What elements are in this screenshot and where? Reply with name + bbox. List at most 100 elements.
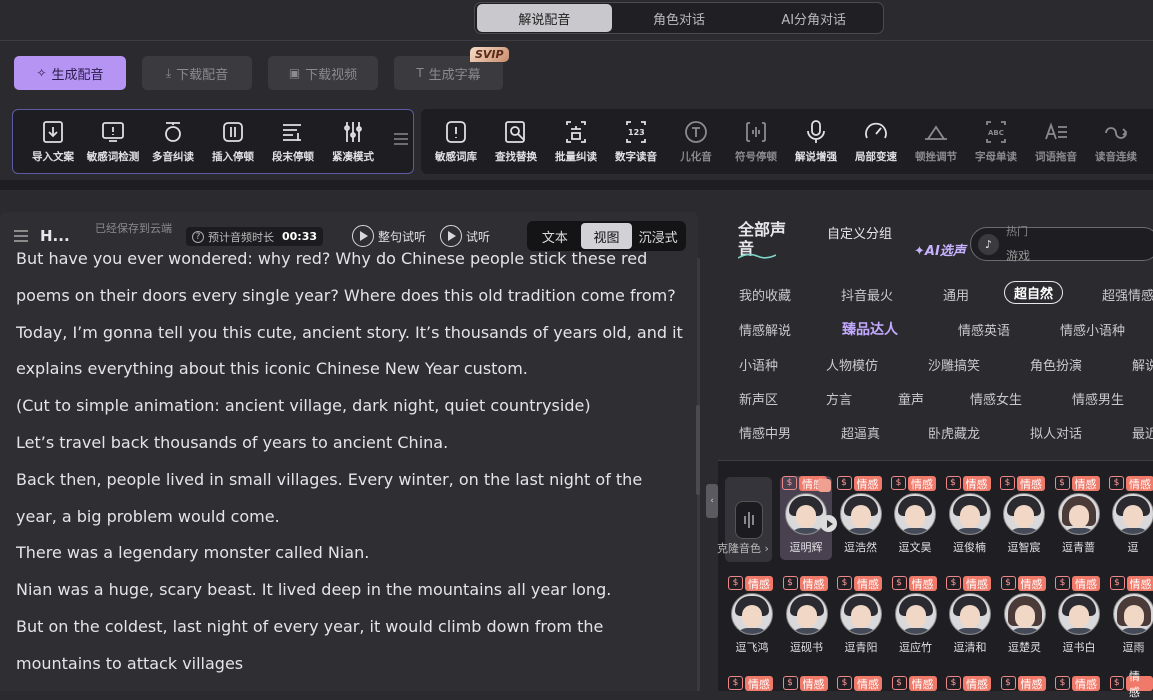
tool-cadence[interactable]: 顿挫调节 [906,110,966,173]
generate-voice-button[interactable]: ✧ 生成配音 [14,56,126,90]
tab-ai-dialogue[interactable]: AI分角对话 [746,4,881,32]
tool-label: 插入停顿 [212,149,254,164]
voice-badges: $情感 [891,476,936,491]
tool-sensitive-lib[interactable]: 敏感词库 [426,110,486,173]
tool-number-reading[interactable]: 123数字读音 [606,110,666,173]
tool-mic[interactable]: 解说增强 [786,110,846,173]
view-mode-view[interactable]: 视图 [581,223,633,249]
category-16[interactable]: 方言 [826,389,852,408]
voice-card[interactable]: $情感逗应竹 [890,576,942,660]
tool-speedometer[interactable]: 局部变速 [846,110,906,173]
category-21[interactable]: 超逼真 [841,423,880,442]
download-voice-button[interactable]: ⤓ 下载配音 [142,56,252,90]
category-12[interactable]: 沙雕搞笑 [928,355,980,374]
tool-paragraph-pause[interactable]: 段末停顿 [263,110,323,173]
avatar [1058,593,1100,635]
voice-card[interactable]: $情感逗书白 [1053,576,1105,660]
paid-icon: $ [728,676,743,690]
voice-card[interactable]: $情感逗楚灵 [999,576,1051,660]
tab-role-dialogue[interactable]: 角色对话 [612,4,747,32]
tab-narration[interactable]: 解说配音 [477,4,612,32]
voice-card[interactable]: $情感逗俊楠 [944,476,996,560]
tool-compact-mode[interactable]: 紧凑模式 [323,110,383,173]
voice-name: 逗青蔷 [1051,539,1107,555]
collapse-toolbar-icon[interactable] [392,130,410,148]
voice-card[interactable]: $情感逗砚书 [781,576,833,660]
voice-card[interactable]: $情感逗清和 [944,576,996,660]
voice-card[interactable]: $情感逗智宸 [998,476,1050,560]
view-mode-text[interactable]: 文本 [529,223,581,249]
category-9[interactable]: 情感小语种 [1060,320,1125,339]
voice-badges: $情感 [1001,676,1046,691]
play-icon [440,225,462,247]
clone-voice-label[interactable]: 克隆音色 › [717,540,769,556]
category-23[interactable]: 拟人对话 [1030,423,1082,442]
help-icon: ? [192,231,204,243]
preview-sentence-button[interactable]: 整句试听 [352,224,426,248]
insert-pause-icon [219,119,247,145]
category-17[interactable]: 童声 [898,389,924,408]
tool-symbol-pause[interactable]: 符号停顿 [726,110,786,173]
emotion-tag: 情感 [963,676,991,691]
tool-import[interactable]: 导入文案 [23,110,83,173]
voice-card[interactable]: $情感逗青阳 [835,576,887,660]
toolbar-band [0,180,1153,190]
category-7[interactable]: 臻品达人 [842,319,898,339]
category-2[interactable]: 抖音最火 [841,285,893,304]
category-13[interactable]: 角色扮演 [1030,355,1082,374]
category-6[interactable]: 情感解说 [739,320,791,339]
emotion-tag: 情感 [854,476,882,491]
menu-icon[interactable] [13,229,29,243]
script-line: Nian was a huge, scary beast. It lived d… [16,572,686,609]
category-3[interactable]: 通用 [943,285,969,304]
tool-letter-read[interactable]: ABC字母单读 [966,110,1026,173]
svg-text:123: 123 [628,128,645,137]
voice-name: 逗书白 [1051,639,1107,655]
voice-card[interactable]: $情感逗雨 [1108,576,1153,660]
category-10[interactable]: 小语种 [739,355,778,374]
view-mode-immersive[interactable]: 沉浸式 [632,223,684,249]
voice-card[interactable]: $情感逗青蔷 [1053,476,1105,560]
tool-insert-pause[interactable]: 插入停顿 [203,110,263,173]
category-19[interactable]: 情感男生 [1072,389,1124,408]
tool-drag-sound[interactable]: 词语拖音 [1026,110,1086,173]
paid-icon: $ [783,676,798,690]
tool-label: 批量纠读 [555,149,597,164]
category-11[interactable]: 人物模仿 [826,355,878,374]
tool-batch-correct[interactable]: 批量纠读 [546,110,606,173]
wave-underline-icon [738,252,776,260]
voice-card[interactable]: $情感逗文昊 [889,476,941,560]
category-4[interactable]: 超自然 [1004,281,1063,304]
script-line: Let’s travel back thousands of years to … [16,425,686,462]
ai-pick-voice[interactable]: ✦AI选声 [914,240,966,259]
paid-icon: $ [892,676,907,690]
download-video-button[interactable]: ▣ 下载视频 [268,56,378,90]
tool-continuous[interactable]: 读音连续 [1086,110,1146,173]
tool-sensitive-check[interactable]: 敏感词检测 [83,110,143,173]
voice-card[interactable]: $情感逗飞鸿 [726,576,778,660]
category-24[interactable]: 最近 [1132,423,1153,442]
document-title[interactable]: H... [40,227,70,245]
category-20[interactable]: 情感中男 [739,423,791,442]
voice-name: 逗明辉 [778,539,834,555]
scrollbar-thumb[interactable] [696,405,700,495]
voice-card[interactable]: $情感逗明辉 [780,476,832,560]
tool-erhua[interactable]: 儿化音 [666,110,726,173]
tool-polyphone[interactable]: 多音纠读 [143,110,203,173]
category-5[interactable]: 超强情感 [1102,285,1153,304]
panel-toggle-handle[interactable]: ‹ [706,484,718,518]
category-22[interactable]: 卧虎藏龙 [928,423,980,442]
voice-card[interactable]: $情感逗浩然 [835,476,887,560]
category-15[interactable]: 新声区 [739,389,778,408]
category-18[interactable]: 情感女生 [970,389,1022,408]
category-14[interactable]: 解说 [1132,355,1153,374]
category-1[interactable]: 我的收藏 [739,285,791,304]
emotion-tag: 情感 [963,576,991,591]
custom-category-tab[interactable]: 自定义分组 [827,227,897,243]
tool-find-replace[interactable]: 查找替换 [486,110,546,173]
paid-icon: $ [783,576,798,590]
preview-button[interactable]: 试听 [440,224,490,248]
category-8[interactable]: 情感英语 [958,320,1010,339]
voice-card[interactable]: $情感逗 [1107,476,1153,560]
script-text[interactable]: But have you ever wondered: why red? Why… [16,250,686,691]
